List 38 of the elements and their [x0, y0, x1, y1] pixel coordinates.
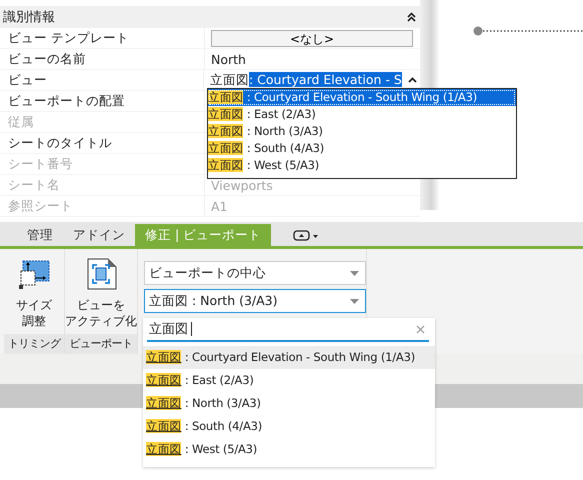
ribbon-tab[interactable]: 管理 [17, 224, 63, 246]
panel-toggle-icon[interactable] [293, 229, 320, 241]
ribbon-tool-button[interactable]: ビューを アクティブ化 [65, 257, 137, 329]
view-option[interactable]: 立面図 : Courtyard Elevation - South Wing (1/A3) [143, 346, 435, 369]
property-label: シート番号 [7, 155, 74, 173]
caret-icon[interactable] [408, 77, 417, 83]
view-option[interactable]: 立面図 : West (5/A3) [208, 157, 516, 174]
section-header[interactable]: 識別情報 [0, 6, 420, 28]
ribbon-tab[interactable]: アドイン [63, 224, 135, 246]
property-label: シート名 [7, 176, 61, 194]
panel-label: ビューポート [65, 334, 137, 354]
view-option[interactable]: 立面図 : Courtyard Elevation - South Wing (1/A3) [208, 89, 516, 106]
property-label: ビューの名前 [7, 50, 87, 68]
panel-label: トリミング [4, 334, 64, 354]
ribbon-combo[interactable]: ビューポートの中心 [144, 261, 366, 285]
property-value: Viewports [211, 178, 273, 192]
property-label: ビュー テンプレート [7, 29, 130, 47]
view-option[interactable]: 立面図 : East (2/A3) [208, 106, 516, 123]
property-label: シートのタイトル [7, 134, 113, 152]
view-option[interactable]: 立面図 : South (4/A3) [208, 140, 516, 157]
view-option[interactable]: 立面図 : North (3/A3) [208, 123, 516, 140]
search-field[interactable]: 立面図 [147, 318, 429, 342]
property-label: 参照シート [7, 197, 74, 215]
template-button[interactable]: <なし> [211, 30, 413, 46]
ribbon-tool-button[interactable]: サイズ 調整 [4, 257, 64, 329]
property-value: A1 [211, 198, 228, 214]
collapse-icon[interactable] [407, 12, 416, 22]
property-value: North [211, 52, 246, 66]
view-option[interactable]: 立面図 : West (5/A3) [143, 438, 435, 461]
ribbon-combo[interactable]: 立面図 : North (3/A3) [144, 289, 366, 313]
view-option[interactable]: 立面図 : South (4/A3) [143, 415, 435, 438]
property-label: ビュー [7, 71, 48, 89]
view-option[interactable]: 立面図 : North (3/A3) [143, 392, 435, 415]
section-title: 識別情報 [3, 9, 55, 26]
clear-icon[interactable] [416, 324, 425, 334]
property-label: ビューポートの配置 [7, 92, 126, 110]
view-option[interactable]: 立面図 : East (2/A3) [143, 369, 435, 392]
property-label: 従属 [7, 113, 35, 131]
